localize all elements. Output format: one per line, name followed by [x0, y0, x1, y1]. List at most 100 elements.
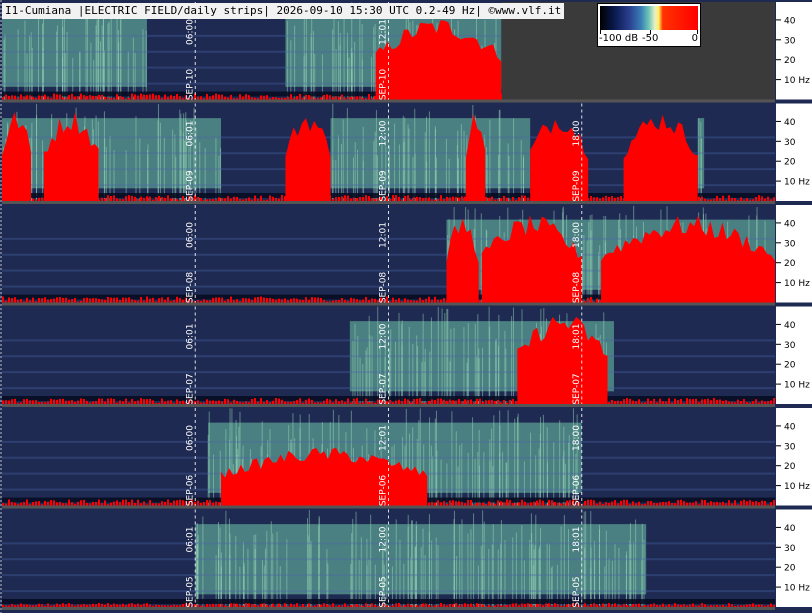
noise-floor-mark: [452, 604, 454, 607]
noise-floor-mark: [56, 197, 58, 201]
noise-floor-mark: [596, 298, 598, 303]
noise-floor-mark: [296, 195, 298, 201]
noise-floor-mark: [455, 300, 457, 303]
noise-floor-mark: [251, 500, 253, 506]
noise-floor-mark: [725, 199, 727, 201]
noise-floor-mark: [662, 401, 664, 404]
frequency-tick-label: 30: [784, 36, 796, 46]
noise-floor-mark: [464, 503, 466, 506]
noise-floor-mark: [197, 500, 199, 506]
noise-floor-mark: [608, 196, 610, 201]
noise-floor-mark: [662, 501, 664, 506]
noise-floor-mark: [713, 296, 715, 303]
noise-floor-mark: [281, 399, 283, 404]
noise-floor-mark: [59, 94, 61, 100]
noise-floor-mark: [131, 195, 133, 201]
noise-floor-mark: [266, 95, 268, 100]
noise-floor-mark: [116, 402, 118, 404]
noise-floor-mark: [716, 501, 718, 506]
noise-floor-mark: [590, 196, 592, 201]
noise-floor-mark: [767, 401, 769, 404]
noise-floor-mark: [335, 197, 337, 201]
noise-floor-mark: [542, 605, 544, 607]
noise-floor-mark: [695, 501, 697, 506]
noise-floor-mark: [47, 96, 49, 100]
noise-floor-mark: [497, 297, 499, 303]
noise-floor-mark: [566, 604, 568, 607]
noise-floor-mark: [152, 605, 154, 607]
noise-floor-mark: [311, 197, 313, 201]
noise-floor-mark: [506, 499, 508, 506]
noise-floor-mark: [500, 299, 502, 303]
noise-floor-mark: [485, 196, 487, 201]
noise-floor-mark: [311, 500, 313, 506]
noise-floor-mark: [275, 197, 277, 201]
noise-floor-mark: [467, 297, 469, 303]
noise-floor-mark: [458, 96, 460, 100]
noise-floor-mark: [422, 603, 424, 607]
noise-floor-mark: [485, 503, 487, 506]
noise-floor-mark: [107, 398, 109, 404]
noise-floor-mark: [218, 297, 220, 303]
time-marker-label: 12:00: [379, 323, 389, 349]
noise-floor-mark: [56, 94, 58, 100]
time-marker-label: 12:00: [379, 120, 389, 146]
noise-floor-mark: [560, 300, 562, 303]
day-label: SEP-09: [379, 170, 389, 202]
noise-floor-mark: [131, 299, 133, 303]
noise-floor-mark: [596, 503, 598, 506]
noise-floor-mark: [458, 605, 460, 607]
noise-floor-mark: [5, 300, 7, 303]
noise-floor-mark: [695, 398, 697, 404]
noise-floor-mark: [17, 97, 19, 100]
noise-floor-mark: [746, 604, 748, 607]
noise-floor-mark: [56, 399, 58, 404]
noise-floor-mark: [293, 97, 295, 100]
noise-floor-mark: [251, 398, 253, 404]
noise-floor-mark: [557, 604, 559, 607]
noise-floor-mark: [62, 297, 64, 303]
noise-floor-mark: [707, 605, 709, 607]
noise-floor-mark: [506, 402, 508, 404]
noise-floor-mark: [599, 198, 601, 201]
noise-floor-mark: [614, 197, 616, 201]
noise-floor-mark: [302, 98, 304, 100]
noise-floor-mark: [740, 500, 742, 506]
noise-floor-mark: [101, 94, 103, 100]
noise-floor-mark: [770, 199, 772, 201]
noise-floor-mark: [617, 605, 619, 607]
noise-floor-mark: [545, 504, 547, 506]
noise-floor-mark: [203, 98, 205, 100]
noise-floor-mark: [206, 93, 208, 100]
noise-floor-mark: [329, 301, 331, 303]
noise-floor-mark: [182, 299, 184, 303]
day-label: SEP-05: [379, 576, 389, 607]
color-scale-bar: [600, 6, 698, 30]
noise-floor-mark: [299, 93, 301, 100]
noise-floor-mark: [584, 401, 586, 404]
noise-floor-mark: [401, 401, 403, 404]
noise-floor-mark: [752, 501, 754, 506]
noise-floor-mark: [425, 197, 427, 201]
noise-floor-mark: [734, 198, 736, 201]
noise-floor-mark: [302, 604, 304, 607]
noise-floor-mark: [200, 301, 202, 303]
noise-floor-mark: [5, 400, 7, 404]
noise-floor-mark: [131, 93, 133, 100]
noise-floor-mark: [170, 95, 172, 100]
noise-floor-mark: [731, 401, 733, 404]
noise-floor-mark: [356, 501, 358, 506]
noise-floor-mark: [332, 97, 334, 100]
noise-floor-mark: [44, 402, 46, 404]
noise-floor-mark: [725, 299, 727, 303]
noise-floor-mark: [764, 500, 766, 506]
noise-floor-mark: [212, 502, 214, 506]
noise-floor-mark: [293, 298, 295, 303]
noise-floor-mark: [509, 297, 511, 303]
noise-floor-mark: [284, 97, 286, 100]
noise-floor-mark: [197, 400, 199, 404]
noise-floor-mark: [701, 499, 703, 506]
noise-floor-mark: [296, 400, 298, 404]
noise-floor-mark: [728, 603, 730, 607]
noise-floor-mark: [164, 197, 166, 201]
